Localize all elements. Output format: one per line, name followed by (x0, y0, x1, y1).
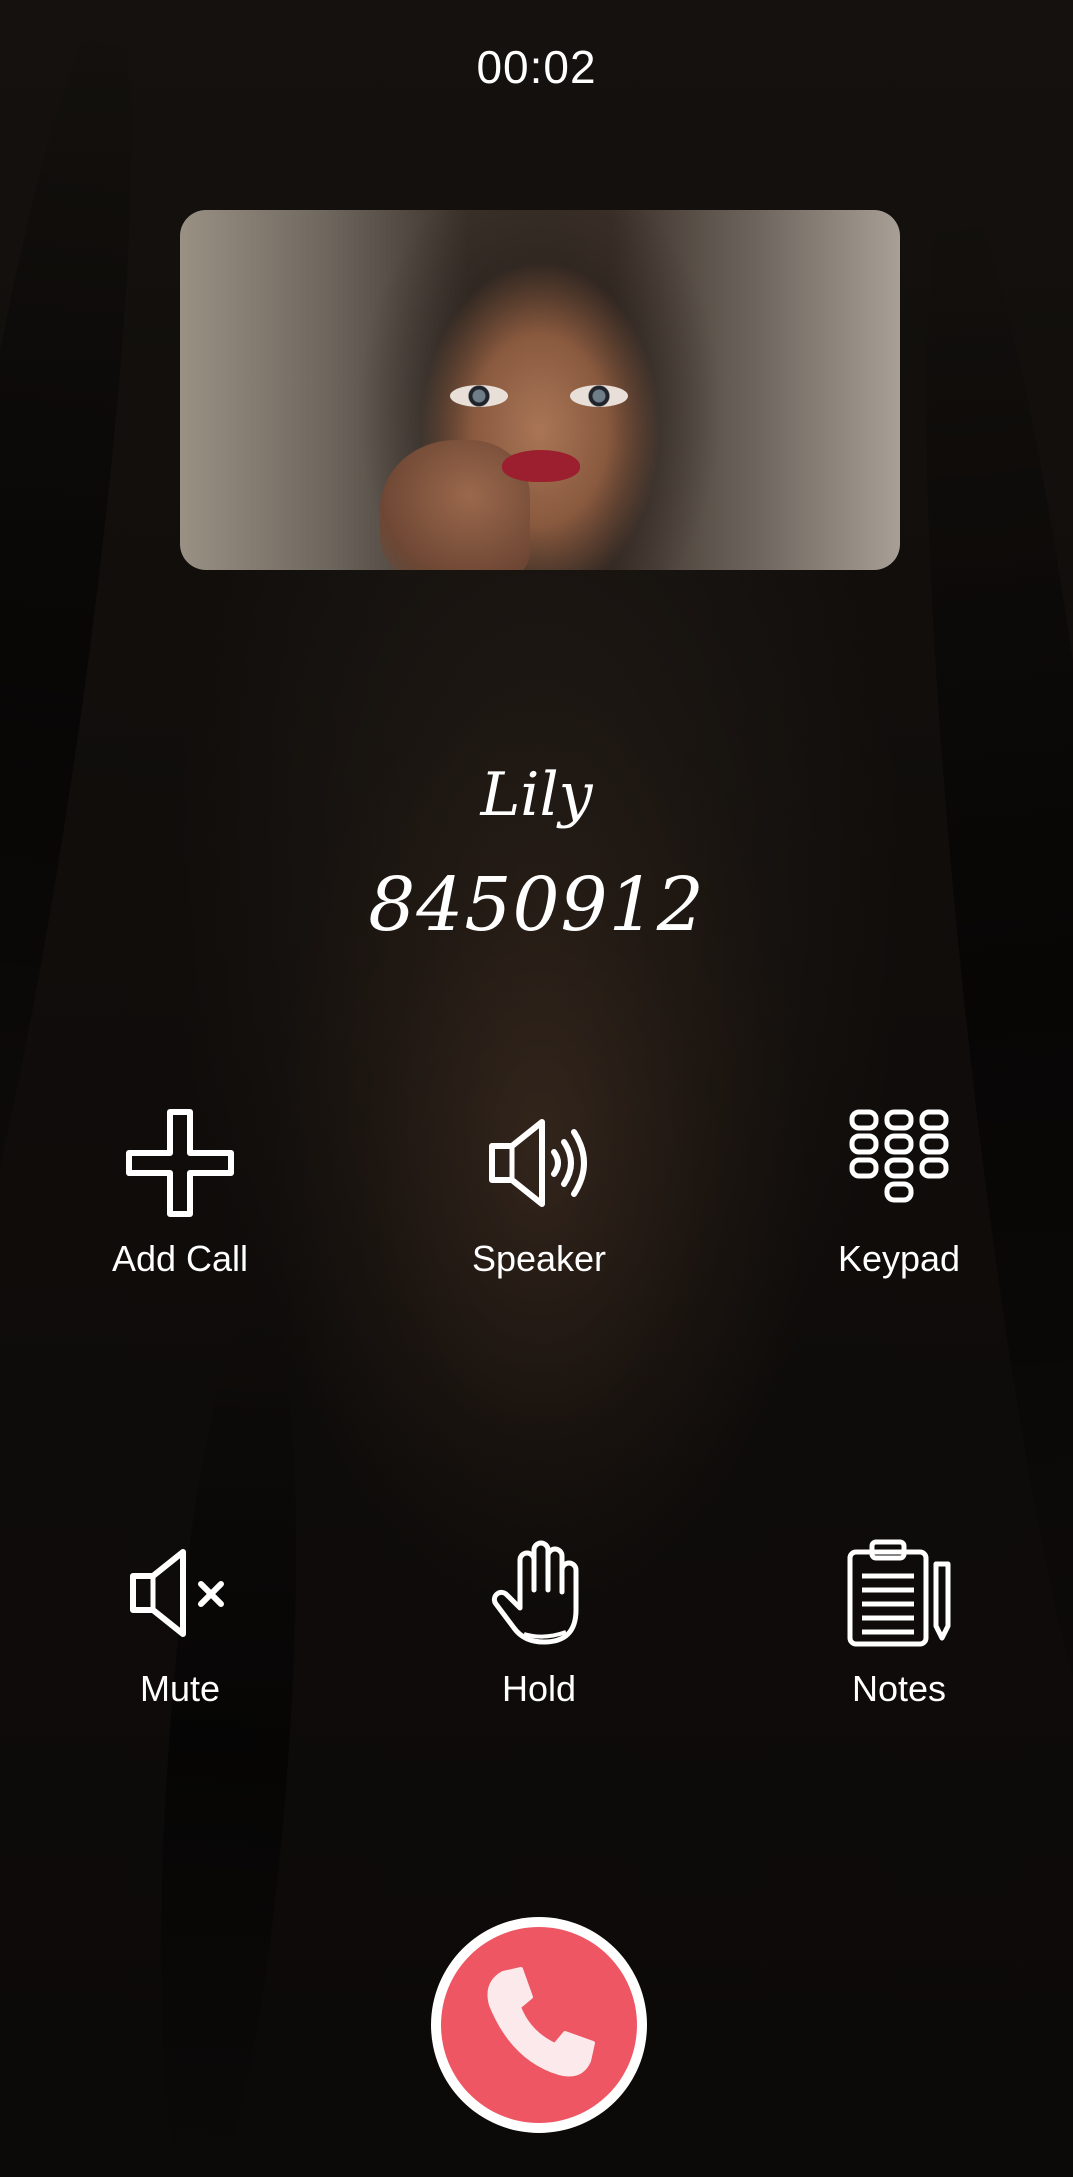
hold-label: Hold (501, 1668, 577, 1709)
speaker-label: Speaker (471, 1238, 607, 1279)
contact-name: Lily (480, 760, 593, 830)
add-call-button[interactable]: Add Call (30, 1108, 330, 1280)
plus-icon (126, 1109, 234, 1217)
keypad-button[interactable]: Keypad (749, 1108, 1049, 1280)
phone-hangup-icon (487, 1967, 595, 2077)
hand-icon (491, 1540, 579, 1645)
contact-photo (180, 210, 900, 570)
notes-button[interactable]: Notes (749, 1538, 1049, 1710)
call-timer: 00:02 (476, 41, 597, 93)
speaker-icon (489, 1119, 587, 1207)
clipboard-icon (847, 1539, 951, 1647)
phone-number: 8450912 (368, 862, 705, 948)
speaker-button[interactable]: Speaker (389, 1108, 689, 1280)
mute-icon (130, 1549, 224, 1637)
mute-button[interactable]: Mute (30, 1538, 330, 1710)
keypad-icon (849, 1109, 949, 1203)
hold-button[interactable]: Hold (389, 1538, 689, 1710)
mute-label: Mute (139, 1668, 221, 1709)
notes-label: Notes (851, 1668, 947, 1709)
keypad-label: Keypad (837, 1238, 961, 1279)
add-call-label: Add Call (111, 1238, 249, 1279)
end-call-button[interactable] (431, 1917, 647, 2133)
